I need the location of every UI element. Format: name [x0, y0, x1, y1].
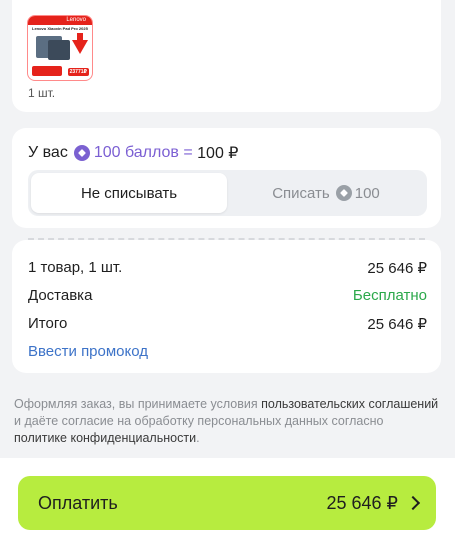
items-row: 1 товар, 1 шт. 25 646 ₽ — [28, 259, 427, 277]
legal-text-1: Оформляя заказ, вы принимаете условия — [14, 397, 262, 411]
spend-points-option[interactable]: Списать 100 — [228, 173, 424, 213]
chevron-right-icon — [405, 495, 421, 511]
tablet-image-back — [48, 40, 70, 60]
points-rub-value: 100 ₽ — [197, 145, 239, 162]
pay-button[interactable]: Оплатить 25 646 ₽ — [18, 476, 436, 530]
items-value: 25 646 ₽ — [367, 260, 427, 277]
pay-button-label: Оплатить — [38, 492, 118, 513]
discount-arrow-icon — [72, 40, 88, 54]
items-label: 1 товар, 1 шт. — [28, 259, 123, 276]
points-card: У вас 100 баллов = 100 ₽ Не списывать Сп… — [12, 128, 441, 228]
order-summary-card: 1 товар, 1 шт. 25 646 ₽ Доставка Бесплат… — [12, 238, 441, 373]
total-row: Итого 25 646 ₽ — [28, 315, 427, 333]
pay-button-amount: 25 646 ₽ — [326, 492, 398, 513]
promo-code-link[interactable]: Ввести промокод — [28, 343, 148, 360]
legal-text-2: и даёте согласие на обработку персональн… — [14, 414, 384, 428]
points-equals-sign: = — [178, 144, 198, 161]
bottom-bar: Оплатить 25 646 ₽ — [0, 458, 455, 545]
total-label: Итого — [28, 315, 68, 332]
product-quantity: 1 шт. — [28, 86, 56, 100]
legal-text-3: . — [196, 431, 200, 445]
product-card: Lenovo Lenovo Xiaoxin Pad Pro 2025 23771… — [12, 0, 441, 112]
pay-button-right: 25 646 ₽ — [326, 493, 422, 514]
thumbnail-promo-block — [32, 66, 62, 76]
thumbnail-title: Lenovo Xiaoxin Pad Pro 2025 — [32, 26, 88, 31]
points-prefix: У вас — [28, 144, 68, 161]
points-balance: У вас 100 баллов = 100 ₽ — [28, 143, 238, 163]
product-thumbnail[interactable]: Lenovo Lenovo Xiaoxin Pad Pro 2025 23771… — [27, 15, 93, 81]
thumbnail-price: 23771₽ — [67, 68, 89, 76]
thumbnail-brand: Lenovo — [66, 17, 86, 23]
points-coin-gray-icon — [335, 185, 352, 201]
privacy-policy-link[interactable]: политике конфиденциальности — [14, 431, 196, 445]
delivery-value: Бесплатно — [352, 287, 427, 304]
points-amount: 100 баллов — [93, 144, 179, 161]
legal-notice: Оформляя заказ, вы принимаете условия по… — [14, 396, 439, 447]
delivery-label: Доставка — [28, 287, 93, 304]
points-coin-icon — [73, 145, 90, 161]
dashed-divider — [28, 238, 425, 240]
user-agreements-link[interactable]: пользовательских соглашений — [261, 397, 438, 411]
delivery-row: Доставка Бесплатно — [28, 287, 427, 304]
points-toggle: Не списывать Списать 100 — [28, 170, 427, 216]
keep-points-option[interactable]: Не списывать — [31, 173, 227, 213]
spend-value: 100 — [354, 184, 380, 202]
spend-label: Списать — [272, 184, 330, 202]
total-value: 25 646 ₽ — [367, 316, 427, 333]
